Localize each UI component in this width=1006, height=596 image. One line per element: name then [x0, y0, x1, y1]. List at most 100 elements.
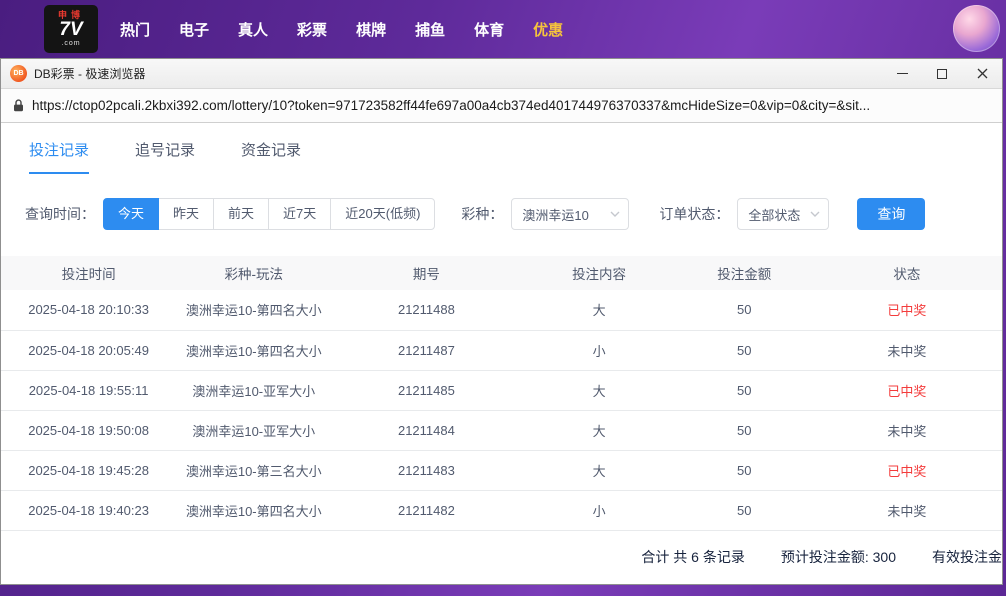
site-logo[interactable]: 申博 7V .com [44, 5, 98, 53]
summary-expected-amount: 预计投注金额: 300 [781, 547, 896, 567]
bet-time: 2025-04-18 19:50:08 [1, 410, 176, 450]
bet-time: 2025-04-18 20:10:33 [1, 290, 176, 330]
order-status-select[interactable]: 全部状态 [737, 198, 829, 230]
bet-status: 已中奖 [812, 290, 1002, 330]
nav-item-sports[interactable]: 体育 [474, 19, 504, 40]
table-row: 2025-04-18 20:10:33 澳洲幸运10-第四名大小 2121148… [1, 290, 1002, 330]
nav-item-slots[interactable]: 电子 [179, 19, 209, 40]
bet-time: 2025-04-18 19:40:23 [1, 490, 176, 530]
table-summary: 合计 共 6 条记录 预计投注金额: 300 有效投注金额 [1, 531, 1002, 567]
summary-record-count: 合计 共 6 条记录 [641, 547, 744, 567]
time-option-7days[interactable]: 近7天 [268, 198, 331, 230]
time-option-yesterday[interactable]: 昨天 [158, 198, 214, 230]
close-icon [977, 68, 988, 79]
window-title: DB彩票 - 极速浏览器 [34, 65, 882, 82]
table-header-row: 投注时间 彩种-玩法 期号 投注内容 投注金额 状态 [1, 256, 1002, 290]
minimize-icon [897, 73, 908, 74]
issue-number: 21211484 [331, 410, 521, 450]
lock-icon[interactable] [13, 99, 24, 112]
nav-item-hot[interactable]: 热门 [120, 19, 150, 40]
bet-amount: 50 [677, 450, 812, 490]
nav-item-promo[interactable]: 优惠 [533, 19, 563, 40]
table-row: 2025-04-18 19:55:11 澳洲幸运10-亚军大小 21211485… [1, 370, 1002, 410]
time-filter-label: 查询时间： [25, 204, 95, 224]
game-play: 澳洲幸运10-亚军大小 [176, 410, 331, 450]
time-option-20days[interactable]: 近20天(低频) [330, 198, 435, 230]
table-row: 2025-04-18 19:45:28 澳洲幸运10-第三名大小 2121148… [1, 450, 1002, 490]
maximize-icon [937, 69, 947, 79]
lottery-filter-label: 彩种： [461, 204, 503, 224]
bet-amount: 50 [677, 410, 812, 450]
bet-content: 小 [522, 330, 677, 370]
bet-time: 2025-04-18 19:55:11 [1, 370, 176, 410]
nav-item-cards[interactable]: 棋牌 [356, 19, 386, 40]
summary-valid-amount: 有效投注金额 [932, 547, 1002, 567]
header-game-play: 彩种-玩法 [176, 256, 331, 290]
address-bar[interactable]: https://ctop02pcali.2kbxi392.com/lottery… [1, 89, 1002, 123]
search-button[interactable]: 查询 [857, 198, 925, 230]
lottery-select-value: 澳洲幸运10 [522, 205, 588, 224]
user-avatar[interactable] [953, 5, 1000, 52]
browser-app-icon: DB [10, 65, 27, 82]
issue-number: 21211482 [331, 490, 521, 530]
chevron-down-icon [610, 211, 620, 217]
browser-titlebar: DB DB彩票 - 极速浏览器 [1, 59, 1002, 89]
table-row: 2025-04-18 19:50:08 澳洲幸运10-亚军大小 21211484… [1, 410, 1002, 450]
lottery-select[interactable]: 澳洲幸运10 [511, 198, 629, 230]
nav-item-live[interactable]: 真人 [238, 19, 268, 40]
bet-status: 未中奖 [812, 410, 1002, 450]
game-play: 澳洲幸运10-第四名大小 [176, 290, 331, 330]
bet-content: 大 [522, 290, 677, 330]
window-controls [882, 59, 1002, 88]
close-button[interactable] [962, 59, 1002, 88]
bet-amount: 50 [677, 490, 812, 530]
table-row: 2025-04-18 20:05:49 澳洲幸运10-第四名大小 2121148… [1, 330, 1002, 370]
site-nav-items: 热门 电子 真人 彩票 棋牌 捕鱼 体育 优惠 [120, 19, 563, 40]
time-option-today[interactable]: 今天 [103, 198, 159, 230]
bet-time: 2025-04-18 19:45:28 [1, 450, 176, 490]
bet-content: 大 [522, 410, 677, 450]
tab-fund-records[interactable]: 资金记录 [241, 139, 301, 174]
time-option-day-before[interactable]: 前天 [213, 198, 269, 230]
status-filter-label: 订单状态： [659, 204, 729, 224]
bet-status: 未中奖 [812, 490, 1002, 530]
bet-amount: 50 [677, 290, 812, 330]
browser-window: DB DB彩票 - 极速浏览器 https://ctop02pcali.2kbx… [0, 58, 1003, 585]
issue-number: 21211485 [331, 370, 521, 410]
url-text[interactable]: https://ctop02pcali.2kbxi392.com/lottery… [32, 98, 870, 113]
bet-time: 2025-04-18 20:05:49 [1, 330, 176, 370]
bet-content: 小 [522, 490, 677, 530]
desktop-background: 申博 7V .com 热门 电子 真人 彩票 棋牌 捕鱼 体育 优惠 DB DB… [0, 0, 1006, 596]
bet-content: 大 [522, 450, 677, 490]
nav-item-fishing[interactable]: 捕鱼 [415, 19, 445, 40]
bet-amount: 50 [677, 330, 812, 370]
tab-chase-records[interactable]: 追号记录 [135, 139, 195, 174]
header-issue: 期号 [331, 256, 521, 290]
table-row: 2025-04-18 19:40:23 澳洲幸运10-第四名大小 2121148… [1, 490, 1002, 530]
bet-content: 大 [522, 370, 677, 410]
issue-number: 21211483 [331, 450, 521, 490]
tab-bet-records[interactable]: 投注记录 [29, 139, 89, 174]
bet-status: 已中奖 [812, 450, 1002, 490]
filter-bar: 查询时间： 今天 昨天 前天 近7天 近20天(低频) 彩种： 澳洲幸运10 订… [25, 198, 1002, 230]
issue-number: 21211487 [331, 330, 521, 370]
site-logo-sub-text: .com [61, 40, 80, 47]
order-status-value: 全部状态 [748, 205, 800, 224]
maximize-button[interactable] [922, 59, 962, 88]
bet-status: 已中奖 [812, 370, 1002, 410]
issue-number: 21211488 [331, 290, 521, 330]
minimize-button[interactable] [882, 59, 922, 88]
nav-item-lottery[interactable]: 彩票 [297, 19, 327, 40]
record-tabs: 投注记录 追号记录 资金记录 [1, 123, 1002, 174]
chevron-down-icon [810, 211, 820, 217]
game-play: 澳洲幸运10-第四名大小 [176, 330, 331, 370]
time-filter-group: 今天 昨天 前天 近7天 近20天(低频) [103, 198, 435, 230]
header-bet-content: 投注内容 [522, 256, 677, 290]
bet-records-table: 投注时间 彩种-玩法 期号 投注内容 投注金额 状态 2025-04-18 20… [1, 256, 1002, 531]
site-logo-main-text: 7V [59, 20, 82, 40]
site-nav: 申博 7V .com 热门 电子 真人 彩票 棋牌 捕鱼 体育 优惠 [0, 0, 1006, 58]
game-play: 澳洲幸运10-第四名大小 [176, 490, 331, 530]
header-status: 状态 [812, 256, 1002, 290]
bet-amount: 50 [677, 370, 812, 410]
bet-status: 未中奖 [812, 330, 1002, 370]
